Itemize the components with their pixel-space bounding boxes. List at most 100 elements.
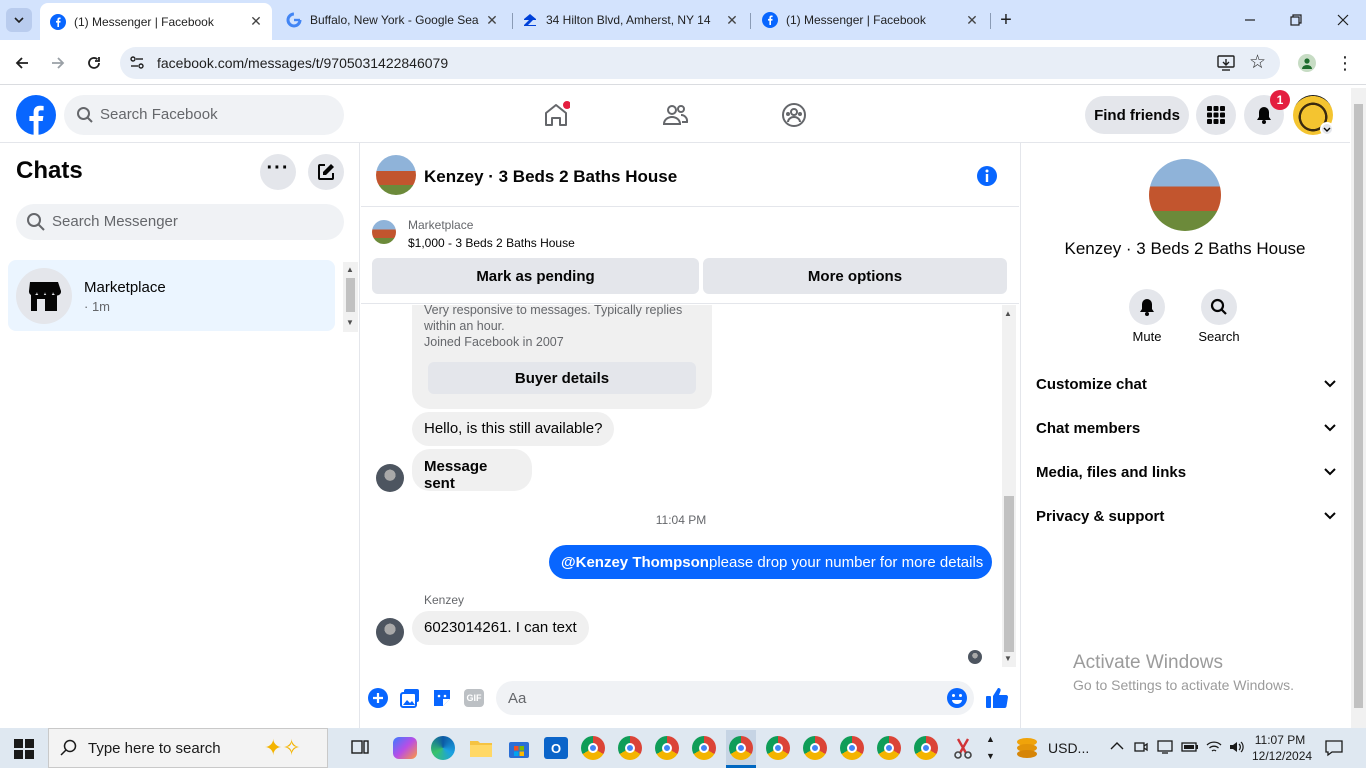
chrome-profile-icon[interactable] — [874, 733, 904, 763]
currency-widget-label[interactable]: USD... — [1048, 740, 1089, 756]
tab-title: (1) Messenger | Facebook — [786, 13, 926, 27]
chrome-profile-icon[interactable] — [689, 733, 719, 763]
tab-close-icon[interactable]: ✕ — [248, 13, 264, 30]
add-attachment-icon[interactable] — [368, 688, 388, 708]
tab-google-search[interactable]: Buffalo, New York - Google Sea ✕ — [276, 0, 508, 40]
message-bubble-sent-status[interactable]: Message sent — [412, 449, 532, 492]
thumbs-up-icon[interactable] — [985, 686, 1009, 710]
account-chevron-icon[interactable] — [1320, 122, 1334, 136]
tab-close-icon[interactable]: ✕ — [484, 12, 500, 28]
chats-title: Chats — [16, 157, 83, 184]
browser-menu-icon[interactable]: ⋮ — [1336, 53, 1354, 73]
contact-avatar[interactable] — [376, 618, 404, 646]
tab-close-icon[interactable]: ✕ — [724, 12, 740, 28]
microsoft-store-icon[interactable] — [504, 733, 534, 763]
section-privacy-support[interactable]: Privacy & support — [1036, 502, 1336, 530]
edge-browser-icon[interactable] — [428, 733, 458, 763]
back-arrow-icon[interactable] — [11, 52, 33, 74]
search-icon — [1210, 298, 1227, 315]
window-minimize-icon[interactable] — [1240, 10, 1260, 30]
message-bubble-outgoing[interactable]: @Kenzey Thompson please drop your number… — [549, 545, 992, 579]
conversation-avatar[interactable] — [376, 155, 416, 195]
chat-list-scrollbar-thumb[interactable] — [346, 278, 355, 312]
webcam-icon[interactable] — [1134, 740, 1148, 754]
system-clock[interactable]: 11:07 PM 12/12/2024 — [1252, 732, 1312, 764]
search-icon — [76, 106, 94, 124]
section-chat-members[interactable]: Chat members — [1036, 414, 1336, 442]
taskbar-scroll-arrows-icon[interactable]: ▲ ▼ — [986, 731, 995, 765]
buyer-details-button[interactable]: Buyer details — [428, 362, 696, 394]
scroll-up-arrow-icon[interactable]: ▲ — [346, 265, 354, 274]
chrome-profile-icon[interactable] — [837, 733, 867, 763]
message-bubble-incoming[interactable]: 6023014261. I can text — [412, 611, 589, 645]
details-avatar[interactable] — [1149, 159, 1221, 231]
home-nav-icon[interactable] — [542, 101, 570, 129]
forward-arrow-icon[interactable] — [47, 52, 69, 74]
tab-search-button[interactable] — [6, 8, 32, 32]
tab-messenger-1[interactable]: (1) Messenger | Facebook ✕ — [40, 3, 272, 40]
menu-grid-button[interactable] — [1196, 95, 1236, 135]
tab-zillow[interactable]: 34 Hilton Blvd, Amherst, NY 14 ✕ — [512, 0, 748, 40]
mention-text[interactable]: @Kenzey Thompson — [561, 554, 709, 571]
chrome-profile-icon[interactable] — [911, 733, 941, 763]
mute-button[interactable] — [1129, 289, 1165, 325]
friends-nav-icon[interactable] — [661, 101, 689, 129]
window-close-icon[interactable] — [1333, 10, 1353, 30]
volume-icon[interactable] — [1229, 740, 1245, 754]
reload-icon[interactable] — [83, 52, 105, 74]
photo-icon[interactable] — [400, 688, 420, 708]
windows-start-icon[interactable] — [14, 739, 34, 759]
show-hidden-icons-chevron-icon[interactable] — [1110, 741, 1124, 751]
groups-nav-icon[interactable] — [780, 101, 808, 129]
emoji-icon[interactable] — [946, 687, 968, 709]
chrome-profile-icon[interactable] — [652, 733, 682, 763]
wifi-icon[interactable] — [1206, 740, 1222, 754]
contact-avatar[interactable] — [376, 464, 404, 492]
chrome-active-icon[interactable] — [726, 730, 756, 765]
find-friends-button[interactable]: Find friends — [1085, 96, 1189, 134]
more-options-button[interactable]: More options — [703, 258, 1007, 294]
facebook-logo-icon[interactable] — [16, 95, 56, 135]
scroll-down-arrow-icon[interactable]: ▼ — [1004, 654, 1012, 663]
chrome-profile-icon[interactable] — [800, 733, 830, 763]
outlook-icon[interactable]: O — [541, 733, 571, 763]
notification-center-icon[interactable] — [1324, 739, 1344, 757]
install-app-icon[interactable] — [1216, 54, 1236, 72]
bookmark-star-icon[interactable]: ☆ — [1249, 53, 1269, 73]
battery-icon[interactable] — [1181, 741, 1199, 753]
listing-title[interactable]: $1,000 - 3 Beds 2 Baths House — [408, 236, 575, 250]
file-explorer-icon[interactable] — [466, 733, 496, 763]
display-icon[interactable] — [1157, 740, 1173, 754]
scroll-up-arrow-icon[interactable]: ▲ — [1004, 309, 1012, 318]
new-message-button[interactable] — [308, 154, 344, 190]
sticker-icon[interactable] — [432, 688, 452, 708]
currency-widget-icon[interactable] — [1014, 736, 1040, 760]
copilot-icon[interactable] — [390, 733, 420, 763]
page-scrollbar-thumb[interactable] — [1354, 104, 1363, 708]
task-view-icon[interactable] — [345, 733, 375, 763]
conversation-info-icon[interactable] — [976, 165, 998, 187]
messages-scrollbar-thumb[interactable] — [1004, 496, 1014, 652]
site-settings-icon[interactable] — [128, 54, 146, 72]
chrome-profile-icon[interactable] — [763, 733, 793, 763]
message-composer-input[interactable] — [496, 681, 974, 715]
section-media-files-links[interactable]: Media, files and links — [1036, 458, 1336, 486]
snipping-tool-icon[interactable] — [948, 733, 978, 763]
chrome-profile-icon[interactable] — [615, 733, 645, 763]
conversation-title[interactable]: Kenzey · 3 Beds 2 Baths House — [424, 167, 677, 187]
chats-options-button[interactable]: ··· — [260, 154, 296, 190]
new-tab-plus-icon[interactable]: + — [996, 9, 1016, 31]
mark-as-pending-button[interactable]: Mark as pending — [372, 258, 699, 294]
gif-icon[interactable]: GIF — [464, 689, 484, 707]
scroll-down-arrow-icon[interactable]: ▼ — [346, 318, 354, 327]
message-bubble-incoming[interactable]: Hello, is this still available? — [412, 412, 615, 446]
profile-icon[interactable] — [1298, 54, 1316, 72]
section-customize-chat[interactable]: Customize chat — [1036, 370, 1336, 398]
window-restore-icon[interactable] — [1286, 10, 1306, 30]
search-conversation-button[interactable] — [1201, 289, 1237, 325]
tab-close-icon[interactable]: ✕ — [964, 12, 980, 28]
chrome-profile-icon[interactable] — [578, 733, 608, 763]
tab-messenger-2[interactable]: (1) Messenger | Facebook ✕ — [752, 0, 988, 40]
details-name: Kenzey · 3 Beds 2 Baths House — [1064, 239, 1306, 258]
url-text[interactable]: facebook.com/messages/t/9705031422846079 — [157, 55, 448, 71]
